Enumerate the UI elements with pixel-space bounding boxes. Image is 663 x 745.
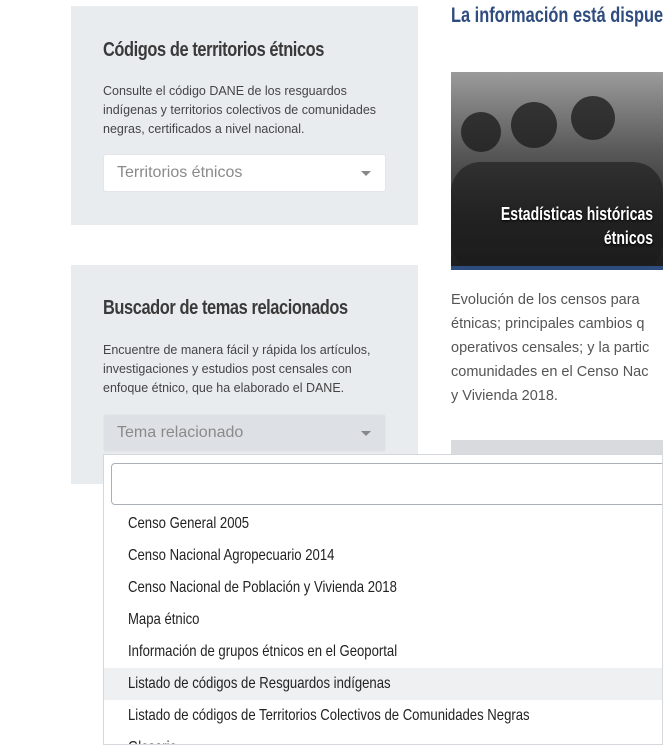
related-topic-dropdown: Censo General 2005 Censo Nacional Agrope…	[103, 454, 663, 745]
ethnic-codes-title: Códigos de territorios étnicos	[103, 39, 324, 61]
dropdown-option[interactable]: Censo Nacional de Población y Vivienda 2…	[104, 572, 662, 604]
hero-caption-line2: étnicos	[603, 228, 653, 248]
related-topic-select-value: Tema relacionado	[117, 424, 244, 441]
chevron-down-icon	[361, 171, 371, 176]
chevron-down-icon	[361, 431, 371, 436]
related-topics-description: Encuentre de manera fácil y rápida los a…	[103, 343, 371, 395]
ethnic-codes-panel: Códigos de territorios étnicos Consulte …	[71, 6, 418, 225]
photo-figure	[461, 112, 501, 152]
related-topics-title: Buscador de temas relacionados	[103, 297, 348, 319]
dropdown-options: Censo General 2005 Censo Nacional Agrope…	[104, 508, 662, 744]
historical-statistics-card[interactable]: Estadísticas históricas étnicos	[451, 72, 663, 270]
related-topic-select[interactable]: Tema relacionado	[103, 414, 386, 452]
section-title: La información está dispue	[451, 4, 663, 27]
dropdown-option[interactable]: Censo Nacional Agropecuario 2014	[104, 540, 662, 572]
historical-statistics-description: Evolución de los censos para étnicas; pr…	[451, 292, 650, 404]
dropdown-option[interactable]: Listado de códigos de Territorios Colect…	[104, 700, 662, 732]
next-card-image	[451, 440, 663, 454]
related-topics-panel: Buscador de temas relacionados Encuentre…	[71, 265, 418, 484]
dropdown-search-input[interactable]	[111, 463, 662, 505]
photo-figure	[571, 96, 615, 140]
dropdown-option[interactable]: Glosario	[104, 732, 662, 744]
dropdown-option[interactable]: Información de grupos étnicos en el Geop…	[104, 636, 662, 668]
dropdown-option-highlighted[interactable]: Listado de códigos de Resguardos indígen…	[104, 668, 662, 700]
hero-caption-line1: Estadísticas históricas	[500, 204, 653, 224]
ethnic-territories-select[interactable]: Territorios étnicos	[103, 154, 386, 192]
dropdown-option[interactable]: Censo General 2005	[104, 508, 662, 540]
photo-figure	[511, 102, 557, 148]
dropdown-option[interactable]: Mapa étnico	[104, 604, 662, 636]
ethnic-codes-description: Consulte el código DANE de los resguardo…	[103, 84, 377, 136]
ethnic-territories-select-value: Territorios étnicos	[117, 164, 243, 181]
